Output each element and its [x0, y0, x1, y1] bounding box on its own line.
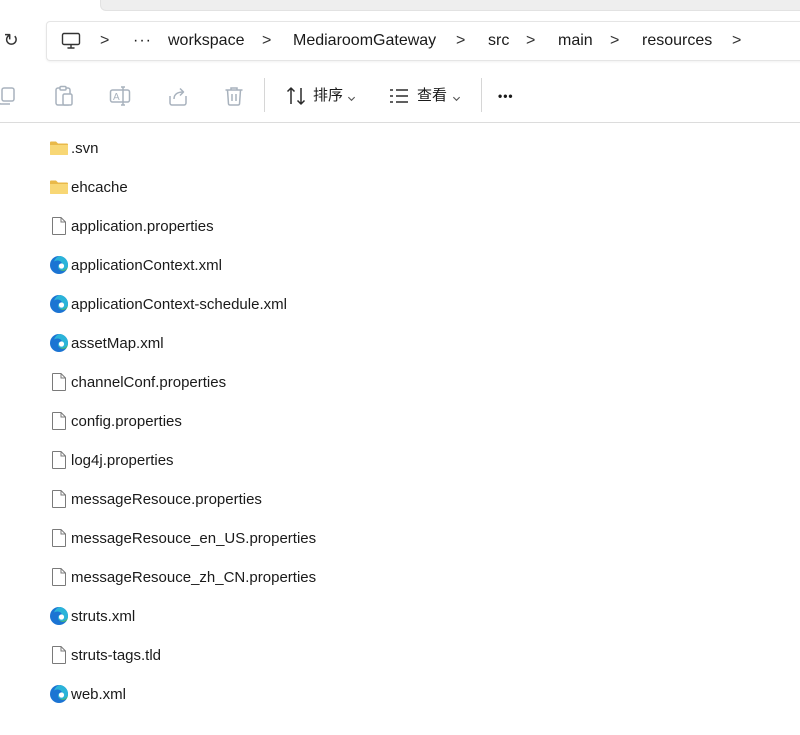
- view-icon: [387, 84, 411, 108]
- file-name: struts-tags.tld: [71, 647, 162, 664]
- file-name: applicationContext-schedule.xml: [71, 296, 287, 313]
- file-icon: [49, 372, 69, 392]
- list-item[interactable]: messageResouce_zh_CN.properties: [0, 558, 800, 597]
- monitor-icon[interactable]: [61, 31, 81, 56]
- edge-browser-icon: [49, 606, 69, 626]
- file-icon: [49, 489, 69, 509]
- breadcrumb-mediaroomgateway[interactable]: MediaroomGateway: [293, 22, 436, 60]
- file-icon: [49, 645, 69, 665]
- list-item[interactable]: web.xml: [0, 675, 800, 714]
- address-bar[interactable]: > ··· workspace > MediaroomGateway > src…: [46, 21, 800, 61]
- list-item[interactable]: struts-tags.tld: [0, 636, 800, 675]
- delete-icon[interactable]: [222, 84, 246, 108]
- share-icon[interactable]: [166, 84, 190, 108]
- breadcrumb-chevron-icon[interactable]: >: [456, 22, 465, 60]
- folder-icon: [49, 138, 69, 158]
- paste-icon[interactable]: [52, 84, 76, 108]
- file-name: struts.xml: [71, 608, 136, 625]
- edge-browser-icon: [49, 294, 69, 314]
- file-icon: [49, 411, 69, 431]
- breadcrumb-overflow[interactable]: ···: [133, 22, 152, 60]
- edge-browser-icon: [49, 684, 69, 704]
- file-name: log4j.properties: [71, 452, 174, 469]
- file-icon: [49, 450, 69, 470]
- breadcrumb-resources[interactable]: resources: [642, 22, 712, 60]
- file-name: messageResouce.properties: [71, 491, 262, 508]
- file-name: applicationContext.xml: [71, 257, 222, 274]
- breadcrumb-chevron-icon[interactable]: >: [610, 22, 619, 60]
- list-item[interactable]: applicationContext-schedule.xml: [0, 285, 800, 324]
- view-button[interactable]: 查看: [385, 68, 465, 122]
- list-item[interactable]: struts.xml: [0, 597, 800, 636]
- file-icon: [49, 567, 69, 587]
- toolbar-separator: [481, 78, 482, 112]
- breadcrumb-chevron-icon[interactable]: >: [526, 22, 535, 60]
- breadcrumb-main[interactable]: main: [558, 22, 593, 60]
- file-name: channelConf.properties: [71, 374, 227, 391]
- file-name: ehcache: [71, 179, 128, 196]
- sort-icon: [284, 84, 308, 108]
- more-icon[interactable]: •••: [498, 68, 514, 122]
- view-label: 查看: [417, 87, 448, 104]
- folder-icon: [49, 177, 69, 197]
- rename-icon[interactable]: A: [108, 84, 132, 108]
- breadcrumb-chevron-icon[interactable]: >: [262, 22, 271, 60]
- file-name: config.properties: [71, 413, 182, 430]
- breadcrumb-chevron-icon[interactable]: >: [732, 22, 741, 60]
- chevron-down-icon: [452, 90, 461, 108]
- file-name: web.xml: [71, 686, 127, 703]
- list-item[interactable]: application.properties: [0, 207, 800, 246]
- edge-browser-icon: [49, 333, 69, 353]
- list-item[interactable]: ehcache: [0, 168, 800, 207]
- file-name: assetMap.xml: [71, 335, 164, 352]
- navigation-bar: ↻ > ··· workspace > MediaroomGateway > s…: [0, 12, 800, 68]
- list-item[interactable]: messageResouce_en_US.properties: [0, 519, 800, 558]
- breadcrumb-workspace[interactable]: workspace: [168, 22, 244, 60]
- refresh-icon[interactable]: ↻: [0, 28, 22, 52]
- file-list: .svn ehcache application.properties applica…: [0, 129, 800, 714]
- list-item[interactable]: applicationContext.xml: [0, 246, 800, 285]
- list-item[interactable]: messageResouce.properties: [0, 480, 800, 519]
- file-icon: [49, 528, 69, 548]
- breadcrumb-chevron-icon[interactable]: >: [100, 22, 109, 60]
- file-name: .svn: [71, 140, 99, 157]
- list-item[interactable]: assetMap.xml: [0, 324, 800, 363]
- file-name: messageResouce_en_US.properties: [71, 530, 317, 547]
- file-name: messageResouce_zh_CN.properties: [71, 569, 317, 586]
- list-item[interactable]: channelConf.properties: [0, 363, 800, 402]
- sort-button[interactable]: 排序: [280, 68, 360, 122]
- list-item[interactable]: .svn: [0, 129, 800, 168]
- file-icon: [49, 216, 69, 236]
- edge-browser-icon: [49, 255, 69, 275]
- command-bar: A 排序 查看 •••: [0, 68, 800, 123]
- toolbar-separator: [264, 78, 265, 112]
- list-item[interactable]: log4j.properties: [0, 441, 800, 480]
- svg-text:A: A: [113, 92, 120, 103]
- chevron-down-icon: [347, 90, 356, 108]
- file-name: application.properties: [71, 218, 214, 235]
- copy-icon[interactable]: [0, 84, 18, 108]
- breadcrumb-src[interactable]: src: [488, 22, 509, 60]
- window-top-strip: [100, 0, 800, 11]
- list-item[interactable]: config.properties: [0, 402, 800, 441]
- sort-label: 排序: [313, 87, 344, 104]
